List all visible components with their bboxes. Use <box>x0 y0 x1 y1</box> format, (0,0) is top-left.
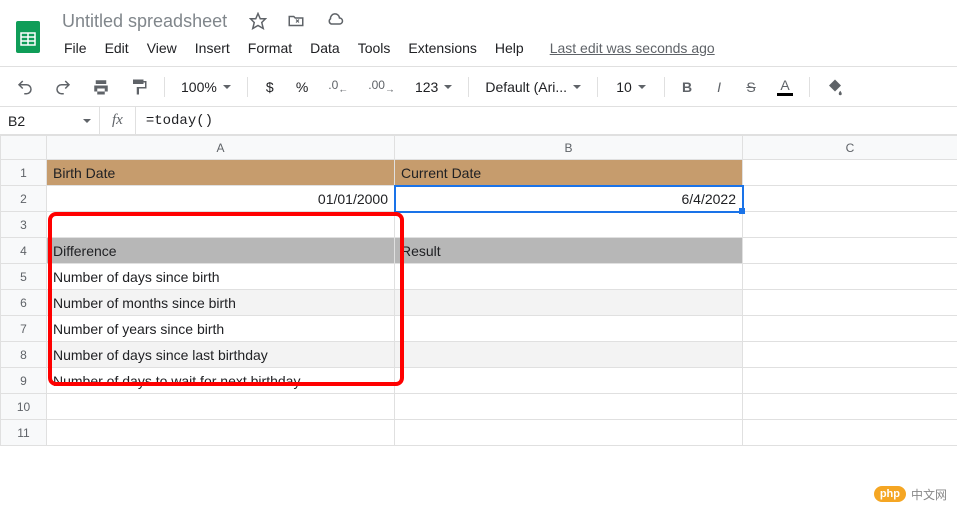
cell-B4[interactable]: Result <box>395 238 743 264</box>
zoom-dropdown[interactable]: 100% <box>173 73 239 101</box>
toolbar: 100% $ % .0← .00→ 123 Default (Ari... 10… <box>0 67 957 107</box>
cell-B8[interactable] <box>395 342 743 368</box>
row-header-3[interactable]: 3 <box>1 212 47 238</box>
bold-button[interactable]: B <box>673 73 701 101</box>
watermark: php 中文网 <box>873 485 947 503</box>
cell-B3[interactable] <box>395 212 743 238</box>
selection-handle[interactable] <box>739 208 745 214</box>
cell-A9[interactable]: Number of days to wait for next birthday <box>47 368 395 394</box>
print-button[interactable] <box>84 72 118 102</box>
cell-B11[interactable] <box>395 420 743 446</box>
menu-tools[interactable]: Tools <box>350 36 399 60</box>
formula-input[interactable]: =today() <box>136 113 957 129</box>
cell-A11[interactable] <box>47 420 395 446</box>
cell-C8[interactable] <box>743 342 957 368</box>
watermark-text: 中文网 <box>911 486 947 503</box>
row-header-6[interactable]: 6 <box>1 290 47 316</box>
select-all-corner[interactable] <box>1 136 47 160</box>
cell-B1[interactable]: Current Date <box>395 160 743 186</box>
row-header-2[interactable]: 2 <box>1 186 47 212</box>
name-box[interactable]: B2 <box>0 107 100 134</box>
cell-A4[interactable]: Difference <box>47 238 395 264</box>
star-icon[interactable] <box>245 8 271 34</box>
cell-C2[interactable] <box>743 186 957 212</box>
font-size-dropdown[interactable]: 10 <box>606 73 656 101</box>
menu-view[interactable]: View <box>139 36 185 60</box>
cell-C5[interactable] <box>743 264 957 290</box>
redo-button[interactable] <box>46 72 80 102</box>
percent-button[interactable]: % <box>288 73 316 101</box>
row-header-8[interactable]: 8 <box>1 342 47 368</box>
font-dropdown[interactable]: Default (Ari... <box>477 73 589 101</box>
menu-format[interactable]: Format <box>240 36 300 60</box>
cell-A3[interactable] <box>47 212 395 238</box>
undo-button[interactable] <box>8 72 42 102</box>
sheets-logo[interactable] <box>8 17 48 57</box>
cell-C10[interactable] <box>743 394 957 420</box>
increase-decimal-button[interactable]: .00→ <box>360 72 403 101</box>
watermark-badge: php <box>873 485 907 503</box>
cell-B9[interactable] <box>395 368 743 394</box>
menu-extensions[interactable]: Extensions <box>400 36 484 60</box>
fx-icon: fx <box>100 107 136 134</box>
col-header-A[interactable]: A <box>47 136 395 160</box>
cell-A6[interactable]: Number of months since birth <box>47 290 395 316</box>
row-header-10[interactable]: 10 <box>1 394 47 420</box>
cell-B5[interactable] <box>395 264 743 290</box>
col-header-C[interactable]: C <box>743 136 957 160</box>
strikethrough-button[interactable]: S <box>737 73 765 101</box>
cell-A1[interactable]: Birth Date <box>47 160 395 186</box>
cell-B6[interactable] <box>395 290 743 316</box>
last-edit-link[interactable]: Last edit was seconds ago <box>550 40 715 56</box>
cell-C9[interactable] <box>743 368 957 394</box>
cell-A8[interactable]: Number of days since last birthday <box>47 342 395 368</box>
menu-help[interactable]: Help <box>487 36 532 60</box>
menubar: File Edit View Insert Format Data Tools … <box>56 34 715 66</box>
row-header-7[interactable]: 7 <box>1 316 47 342</box>
spreadsheet-grid: A B C 1 Birth Date Current Date 2 01/01/… <box>0 135 957 446</box>
move-icon[interactable] <box>283 8 309 34</box>
cell-A5[interactable]: Number of days since birth <box>47 264 395 290</box>
cell-C6[interactable] <box>743 290 957 316</box>
cell-B2[interactable]: 6/4/2022 <box>395 186 743 212</box>
cell-C11[interactable] <box>743 420 957 446</box>
cell-A7[interactable]: Number of years since birth <box>47 316 395 342</box>
decrease-decimal-button[interactable]: .0← <box>320 72 356 101</box>
fill-color-button[interactable] <box>818 72 852 102</box>
cell-C4[interactable] <box>743 238 957 264</box>
row-header-1[interactable]: 1 <box>1 160 47 186</box>
cell-C7[interactable] <box>743 316 957 342</box>
cell-B10[interactable] <box>395 394 743 420</box>
text-color-button[interactable]: A <box>769 72 801 102</box>
doc-title[interactable]: Untitled spreadsheet <box>56 9 233 34</box>
formula-bar: B2 fx =today() <box>0 107 957 135</box>
cell-A2[interactable]: 01/01/2000 <box>47 186 395 212</box>
row-header-4[interactable]: 4 <box>1 238 47 264</box>
row-header-9[interactable]: 9 <box>1 368 47 394</box>
paint-format-button[interactable] <box>122 72 156 102</box>
row-header-11[interactable]: 11 <box>1 420 47 446</box>
currency-button[interactable]: $ <box>256 73 284 101</box>
menu-data[interactable]: Data <box>302 36 348 60</box>
cell-B7[interactable] <box>395 316 743 342</box>
cell-C3[interactable] <box>743 212 957 238</box>
cell-A10[interactable] <box>47 394 395 420</box>
col-header-B[interactable]: B <box>395 136 743 160</box>
row-header-5[interactable]: 5 <box>1 264 47 290</box>
menu-file[interactable]: File <box>56 36 95 60</box>
cloud-icon[interactable] <box>321 8 349 34</box>
cell-C1[interactable] <box>743 160 957 186</box>
menu-insert[interactable]: Insert <box>187 36 238 60</box>
italic-button[interactable]: I <box>705 73 733 101</box>
more-formats-dropdown[interactable]: 123 <box>407 73 460 101</box>
menu-edit[interactable]: Edit <box>97 36 137 60</box>
